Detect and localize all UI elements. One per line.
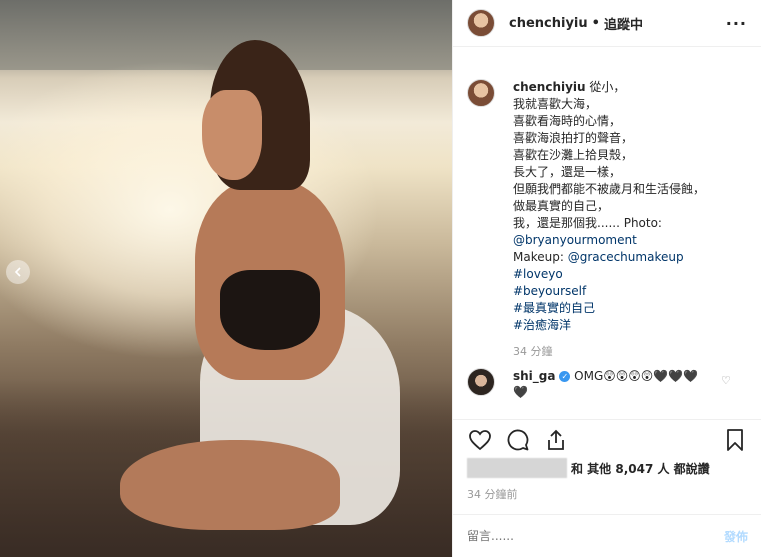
commenter-username[interactable]: shi_ga	[513, 369, 556, 383]
caption-username[interactable]: chenchiyiu	[513, 80, 586, 94]
header-separator: •	[591, 15, 600, 31]
caption-line: 但願我們都能不被歲月和生活侵蝕，	[513, 182, 706, 196]
author-avatar[interactable]	[467, 9, 495, 37]
comment-icon[interactable]	[505, 427, 531, 453]
verified-badge-icon: ✓	[559, 371, 571, 382]
caption-line: 從小，	[589, 80, 626, 94]
likes-summary[interactable]: 和 其他 8,047 人 都說讚	[467, 458, 710, 478]
post-comment-button[interactable]: 發佈	[724, 528, 748, 545]
hashtag-link[interactable]: #beyourself	[513, 283, 705, 300]
post-side-panel: chenchiyiu • 追蹤中 ··· chenchiyiu 從小， 我就喜歡…	[452, 0, 761, 557]
caption-timestamp: 34 分鐘	[513, 345, 553, 358]
hashtag-link[interactable]: #治癒海洋	[513, 317, 705, 334]
liker-name-redacted	[467, 458, 567, 478]
caption-line: 長大了，還是一樣，	[513, 165, 622, 179]
follow-status-button[interactable]: 追蹤中	[604, 14, 643, 33]
caption-row: chenchiyiu 從小， 我就喜歡大海， 喜歡看海時的心情， 喜歡海浪拍打的…	[467, 79, 747, 360]
comment-input[interactable]	[467, 529, 724, 543]
hashtag-link[interactable]: #loveyo	[513, 266, 705, 283]
caption-line: 喜歡看海時的心情，	[513, 114, 622, 128]
photo-subject	[110, 40, 430, 557]
bookmark-icon[interactable]	[722, 427, 748, 453]
author-username[interactable]: chenchiyiu	[509, 16, 588, 31]
post-header: chenchiyiu • 追蹤中 ···	[453, 0, 761, 47]
previous-photo-button[interactable]	[6, 260, 30, 284]
caption-line: 喜歡在沙灘上拾貝殼，	[513, 148, 634, 162]
photo-credit-link[interactable]: @bryanyourmoment	[513, 232, 705, 249]
caption-line: 我就喜歡大海，	[513, 97, 598, 111]
post-actions	[453, 419, 761, 459]
comment-item: shi_ga ✓ OMG😲😲😲😲🖤🖤🖤🖤 ♡	[467, 368, 747, 400]
caption-line: 我，還是那個我...... Photo:	[513, 216, 662, 230]
chevron-left-icon	[14, 267, 21, 277]
add-comment-bar: 發佈	[453, 514, 761, 557]
caption-avatar[interactable]	[467, 79, 495, 107]
more-options-button[interactable]: ···	[726, 14, 747, 33]
caption-text: chenchiyiu 從小， 我就喜歡大海， 喜歡看海時的心情， 喜歡海浪拍打的…	[513, 79, 705, 360]
share-icon[interactable]	[543, 427, 569, 453]
post-timestamp: 34 分鐘前	[467, 488, 518, 501]
caption-line: 喜歡海浪拍打的聲音，	[513, 131, 634, 145]
comment-text: shi_ga ✓ OMG😲😲😲😲🖤🖤🖤🖤	[513, 368, 713, 400]
post-photo	[0, 0, 452, 557]
makeup-credit-link[interactable]: @gracechumakeup	[568, 250, 684, 264]
hashtag-link[interactable]: #最真實的自己	[513, 300, 705, 317]
comments-section: chenchiyiu 從小， 我就喜歡大海， 喜歡看海時的心情， 喜歡海浪拍打的…	[453, 47, 761, 419]
makeup-label: Makeup:	[513, 250, 568, 264]
comment-like-icon[interactable]: ♡	[721, 374, 731, 387]
heart-icon[interactable]	[467, 427, 493, 453]
caption-line: 做最真實的自己，	[513, 199, 610, 213]
likes-count: 和 其他 8,047 人 都說讚	[571, 461, 710, 476]
commenter-avatar[interactable]	[467, 368, 495, 396]
